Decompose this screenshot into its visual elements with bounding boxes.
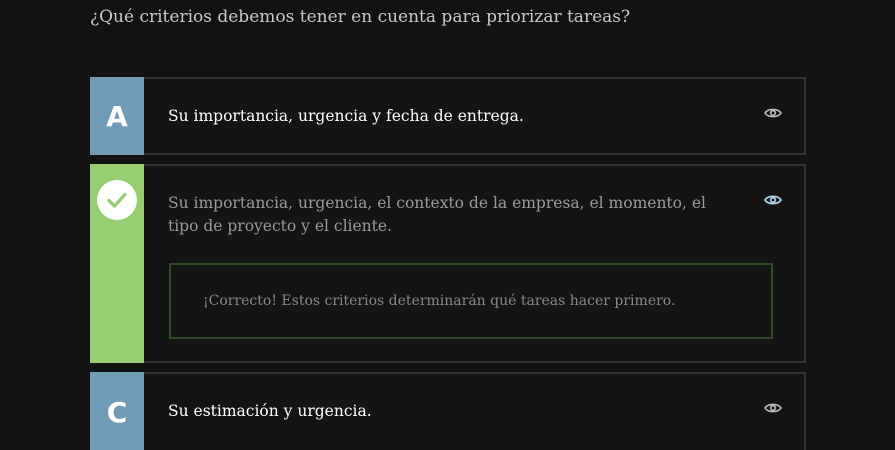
check-icon: [97, 180, 137, 220]
correct-answer-badge: [90, 164, 144, 363]
eye-icon[interactable]: [764, 402, 782, 414]
feedback-text: ¡Correcto! Estos criterios determinarán …: [203, 293, 676, 309]
answer-text: Su importancia, urgencia y fecha de entr…: [168, 107, 524, 125]
answer-text: Su estimación y urgencia.: [168, 402, 372, 420]
option-letter-badge: A: [90, 77, 144, 155]
option-letter-badge: C: [90, 372, 144, 450]
feedback-box: ¡Correcto! Estos criterios determinarán …: [169, 263, 773, 339]
eye-icon[interactable]: [764, 107, 782, 119]
eye-icon[interactable]: [764, 194, 782, 206]
answer-option-b[interactable]: Su importancia, urgencia, el contexto de…: [90, 164, 806, 363]
answer-text: Su importancia, urgencia, el contexto de…: [168, 194, 706, 235]
answer-option-a[interactable]: A Su importancia, urgencia y fecha de en…: [90, 77, 806, 155]
question-text: ¿Qué criterios debemos tener en cuenta p…: [90, 7, 631, 27]
answer-option-c[interactable]: C Su estimación y urgencia.: [90, 372, 806, 450]
